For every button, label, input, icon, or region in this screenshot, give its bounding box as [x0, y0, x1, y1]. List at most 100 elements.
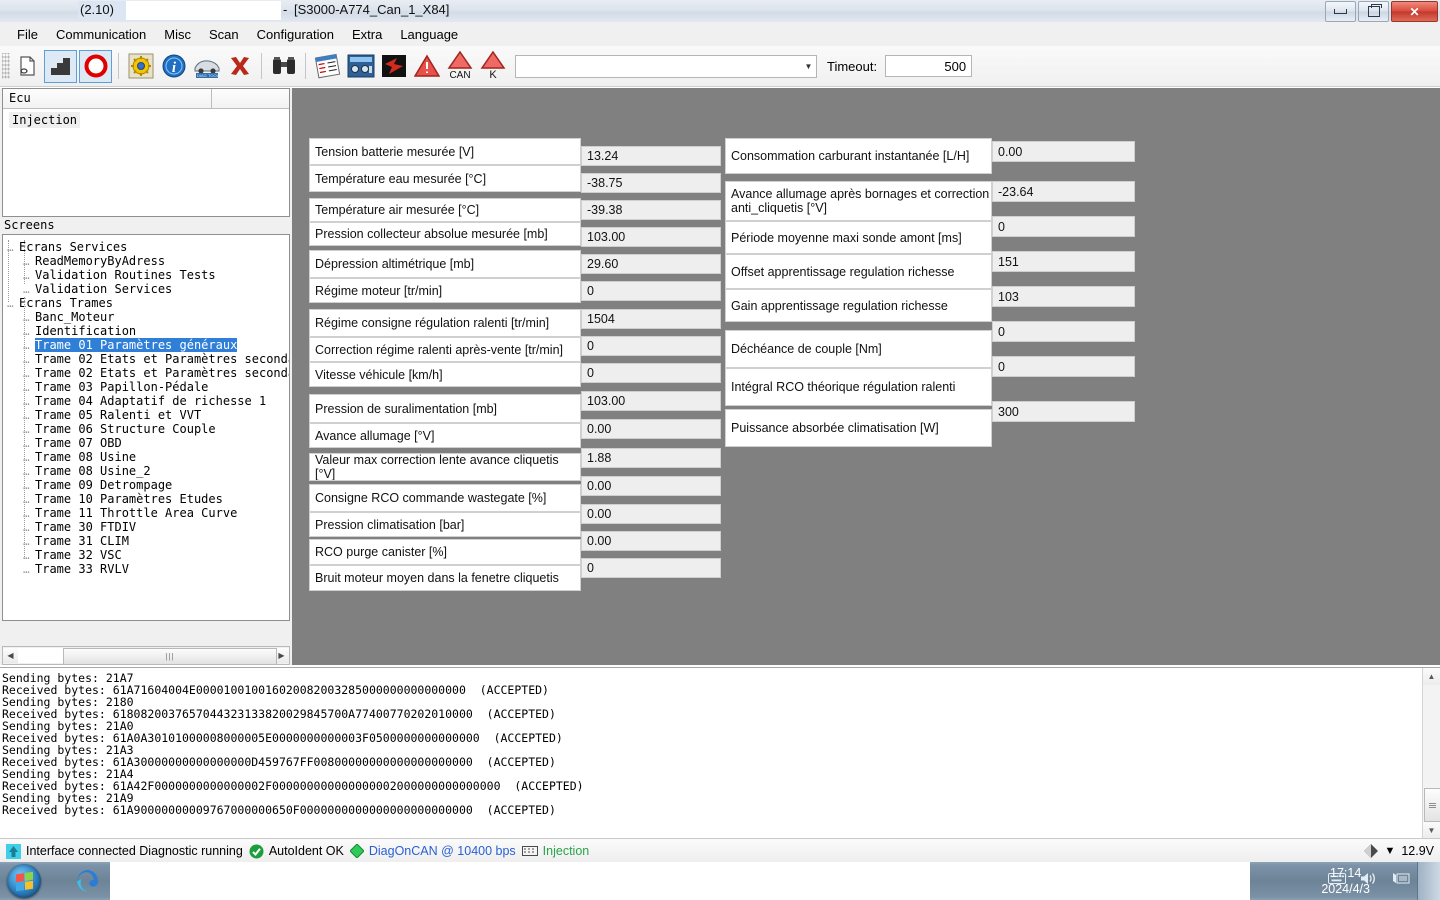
tree-item[interactable]: …Trame 07 OBD — [3, 436, 289, 450]
parameter-label: RCO purge canister [%] — [309, 539, 581, 565]
parameter-label: Correction régime ralenti après-vente [t… — [309, 337, 581, 362]
tree-item[interactable]: …ReadMemoryByAdress — [3, 254, 289, 268]
tree-item[interactable]: …Trame 08 Usine_2 — [3, 464, 289, 478]
run-diagnostic-button[interactable] — [44, 50, 77, 83]
tree-item[interactable]: …Ecrans Trames — [3, 296, 289, 310]
flash-program-button[interactable] — [378, 51, 409, 82]
parameter-value: 0 — [581, 558, 721, 578]
minimize-button[interactable] — [1325, 1, 1356, 22]
menu-communication[interactable]: Communication — [47, 24, 155, 45]
tree-item[interactable]: …Ecrans Services — [3, 240, 289, 254]
show-desktop-button[interactable] — [1417, 862, 1440, 900]
stop-button[interactable] — [79, 50, 112, 83]
tree-item[interactable]: …Trame 08 Usine — [3, 450, 289, 464]
parameter-value: 29.60 — [581, 254, 721, 274]
tree-item[interactable]: …Trame 01 Paramètres généraux — [3, 338, 289, 352]
actuator-panel-button[interactable] — [345, 51, 376, 82]
tree-item-label: ReadMemoryByAdress — [35, 254, 165, 268]
tree-item[interactable]: …Trame 09 Detrompage — [3, 478, 289, 492]
ecu-list-item-injection[interactable]: Injection — [3, 109, 289, 129]
log-vertical-scrollbar[interactable]: ▲ ▼ — [1422, 668, 1440, 839]
maximize-button[interactable] — [1358, 1, 1389, 22]
tree-scroll-thumb[interactable]: ||| — [63, 648, 277, 665]
menu-misc[interactable]: Misc — [155, 24, 200, 45]
tree-scroll-track[interactable]: ||| — [18, 648, 274, 663]
voltage-dropdown-icon[interactable]: ▼ — [1384, 845, 1395, 857]
parameter-value: 13.24 — [581, 146, 721, 166]
tree-item[interactable]: …Trame 31 CLIM — [3, 534, 289, 548]
scroll-up-arrow-icon[interactable]: ▲ — [1423, 668, 1440, 685]
start-button[interactable] — [7, 864, 41, 898]
toolbar-grip[interactable] — [2, 53, 10, 79]
taskbar-edge-button[interactable] — [72, 866, 102, 896]
tree-item[interactable]: …Trame 05 Ralenti et VVT — [3, 408, 289, 422]
menu-language[interactable]: Language — [391, 24, 467, 45]
log-scroll-thumb[interactable] — [1424, 788, 1440, 822]
info-button[interactable]: i — [158, 51, 189, 82]
tree-item[interactable]: …Trame 10 Paramètres Etudes — [3, 492, 289, 506]
tree-item[interactable]: …Trame 02 Etats et Paramètres secondaire… — [3, 366, 289, 380]
tree-item[interactable]: …Identification — [3, 324, 289, 338]
parameter-label: Température air mesurée [°C] — [309, 198, 581, 222]
tree-item-label: Trame 30 FTDIV — [35, 520, 136, 534]
parameter-label: Bruit moteur moyen dans la fenetre cliqu… — [309, 565, 581, 591]
settings-button[interactable] — [125, 51, 156, 82]
ecu-selector-combo[interactable]: ▼ — [515, 55, 817, 78]
close-button[interactable]: ✕ — [1391, 1, 1438, 22]
tree-item-label: Ecrans Services — [19, 240, 127, 254]
tree-item[interactable]: …Trame 33 RVLV — [3, 562, 289, 576]
scroll-left-arrow-icon[interactable]: ◀ — [3, 648, 18, 663]
can-warning-button[interactable]: CAN — [444, 51, 475, 82]
taskbar-window-button-area[interactable] — [110, 862, 292, 900]
tree-item-label: Trame 02 Etats et Paramètres secondaires — [35, 366, 290, 380]
tree-horizontal-scrollbar[interactable]: ◀ ||| ▶ — [2, 646, 290, 665]
ecu-list-panel[interactable]: Ecu Injection — [2, 88, 290, 217]
tree-item[interactable]: …Trame 32 VSC — [3, 548, 289, 562]
parameter-label: Gain apprentissage regulation richesse — [725, 289, 992, 322]
warning-button[interactable] — [411, 51, 442, 82]
app-version: (2.10) — [80, 2, 114, 17]
tree-item[interactable]: …Banc_Moteur — [3, 310, 289, 324]
network-icon[interactable] — [1392, 871, 1410, 892]
windows-logo-icon — [16, 871, 33, 890]
scroll-down-arrow-icon[interactable]: ▼ — [1423, 822, 1440, 839]
window-title: [S3000-A774_Can_1_X84] — [294, 2, 449, 17]
parameter-label: Consommation carburant instantanée [L/H] — [725, 138, 992, 174]
taskbar-clock[interactable]: 17:14 2024/4/3 — [1321, 865, 1370, 897]
application-window: (2.10) - [S3000-A774_Can_1_X84] ✕ File C… — [0, 0, 1440, 900]
k-line-warning-icon: K — [479, 51, 507, 81]
kline-warning-button[interactable]: K — [477, 51, 508, 82]
tree-item[interactable]: …Trame 04 Adaptatif de richesse 1 — [3, 394, 289, 408]
tree-item[interactable]: …Validation Routines Tests — [3, 268, 289, 282]
tree-guide-line — [24, 297, 26, 559]
screens-tree-panel[interactable]: …Ecrans Services…ReadMemoryByAdress…Vali… — [2, 234, 290, 621]
menu-scan[interactable]: Scan — [200, 24, 248, 45]
taskbar-app-area — [292, 862, 1250, 900]
ecu-column-header-extra — [212, 89, 289, 108]
menu-configuration[interactable]: Configuration — [248, 24, 343, 45]
ecu-list-button[interactable] — [312, 51, 343, 82]
parameter-label: Période moyenne maxi sonde amont [ms] — [725, 221, 992, 254]
parameter-value: 103.00 — [581, 391, 721, 411]
tree-item[interactable]: …Trame 02 Etats et Paramètres secondaire… — [3, 352, 289, 366]
delete-button[interactable] — [224, 51, 255, 82]
search-button[interactable] — [268, 51, 299, 82]
menu-extra[interactable]: Extra — [343, 24, 391, 45]
parameter-value: 0 — [581, 281, 721, 301]
maximize-icon — [1368, 6, 1380, 17]
tree-item[interactable]: …Validation Services — [3, 282, 289, 296]
parameter-value: 0 — [992, 321, 1135, 342]
vehicle-button[interactable]: DIAGTOOL — [191, 51, 222, 82]
toolbar-separator-2 — [261, 53, 262, 79]
communication-log-panel[interactable]: Sending bytes: 21A7 Received bytes: 61A7… — [0, 667, 1440, 839]
vehicle-icon: DIAGTOOL — [193, 54, 221, 78]
tree-connector-icon: … — [23, 563, 30, 577]
tree-item[interactable]: …Trame 06 Structure Couple — [3, 422, 289, 436]
tree-item[interactable]: …Trame 03 Papillon-Pédale — [3, 380, 289, 394]
tree-item[interactable]: …Trame 11 Throttle Area Curve — [3, 506, 289, 520]
tree-item[interactable]: …Trame 30 FTDIV — [3, 520, 289, 534]
timeout-input[interactable]: 500 — [885, 55, 972, 77]
menu-file[interactable]: File — [8, 24, 47, 45]
toolbar: i DIAGTOOL — [0, 46, 1440, 87]
new-document-button[interactable] — [11, 51, 42, 82]
